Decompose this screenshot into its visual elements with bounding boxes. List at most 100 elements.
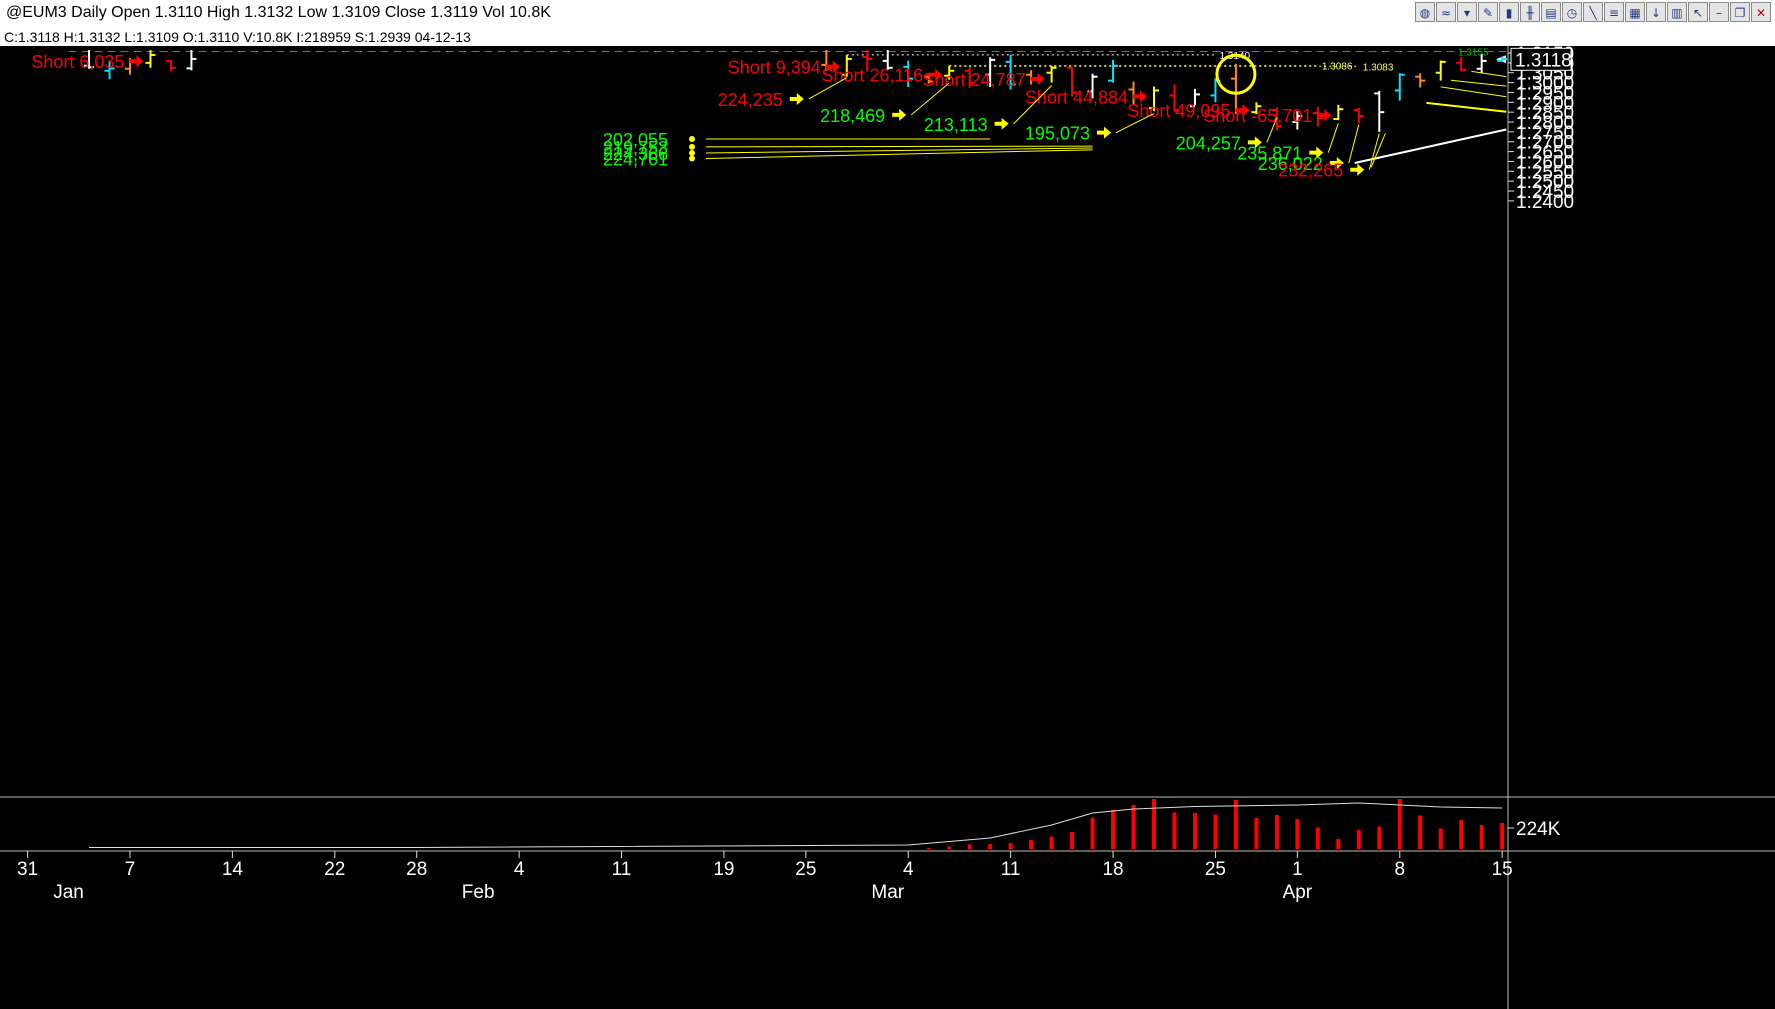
oi-arrow — [789, 92, 804, 105]
volume-bar — [1049, 836, 1054, 849]
volume-bar — [947, 846, 952, 849]
x-month-label: Feb — [462, 882, 495, 903]
short-annotation: Short 26,116 — [821, 66, 923, 86]
down-arrow-icon[interactable]: ↓ — [1646, 2, 1666, 22]
fib-icon[interactable]: ≡ — [1604, 2, 1624, 22]
pencil-icon[interactable]: ✎ — [1478, 2, 1498, 22]
volume-bar — [1172, 812, 1177, 849]
volume-bar — [926, 848, 931, 849]
window-titlebar: @EUM3 Daily Open 1.3110 High 1.3132 Low … — [0, 0, 1775, 29]
short-annotation: Short 9,394 — [728, 58, 821, 78]
x-month-label: Mar — [871, 882, 904, 903]
x-tick-label: 14 — [222, 859, 244, 880]
short-arrow — [129, 55, 144, 68]
line-tool-icon[interactable]: ╲ — [1583, 2, 1603, 22]
volume-bar — [1500, 823, 1505, 849]
oi-annotation: 218,469 — [820, 106, 885, 126]
volume-bar — [988, 844, 993, 849]
oi-leader-line — [705, 145, 1093, 148]
oi-leader-line — [1348, 124, 1360, 164]
y-tick-label: 1.2400 — [1516, 192, 1574, 213]
volume-bar — [1356, 830, 1361, 849]
x-tick-label: 25 — [1205, 859, 1226, 880]
oi-annotation: 224,235 — [718, 90, 783, 110]
trendline — [1426, 101, 1507, 113]
page-icon[interactable]: ▤ — [1541, 2, 1561, 22]
trash-icon[interactable]: ▥ — [1667, 2, 1687, 22]
price-bar — [1374, 90, 1385, 132]
oi-arrow — [892, 108, 907, 121]
volume-bar — [1152, 799, 1156, 849]
trendline — [1471, 70, 1507, 78]
clock-icon[interactable]: ◷ — [1562, 2, 1582, 22]
x-tick-label: 11 — [1001, 859, 1021, 880]
wave-icon[interactable]: ≈ — [1436, 2, 1456, 22]
pointer-icon[interactable]: ↖ — [1688, 2, 1708, 22]
open-interest-line — [89, 802, 1503, 848]
oi-arrow — [1097, 126, 1111, 139]
volume-bar — [1274, 815, 1279, 849]
info-bar: C:1.3118 H:1.3132 L:1.3109 O:1.3110 V:10… — [0, 28, 1775, 46]
x-tick-label: 7 — [125, 859, 136, 880]
price-bar — [1456, 57, 1467, 72]
oi-dot — [689, 155, 695, 162]
oi-dot — [689, 135, 695, 142]
volume-bar — [1315, 827, 1320, 849]
price-chart[interactable]: 1.31501.31001.30501.30001.29501.29001.28… — [0, 46, 1775, 1009]
x-tick-label: 15 — [1492, 859, 1513, 880]
volume-bar — [1336, 839, 1341, 849]
globe-icon[interactable]: ◍ — [1415, 2, 1435, 22]
oi-arrow — [994, 117, 1009, 130]
x-tick-label: 1 — [1292, 859, 1303, 880]
bar-chart-icon[interactable]: ▮ — [1499, 2, 1519, 22]
restore-icon[interactable]: ❐ — [1730, 2, 1750, 22]
price-bar — [1435, 60, 1446, 81]
volume-bar — [1213, 814, 1218, 849]
oi-leader-line — [705, 149, 1093, 160]
x-tick-label: 22 — [324, 859, 345, 880]
oi-annotation: 213,113 — [924, 115, 988, 135]
x-month-label: Jan — [53, 882, 84, 903]
x-tick-label: 18 — [1102, 859, 1123, 880]
oi-annotation: 232,265 — [1278, 161, 1343, 181]
minimize-icon[interactable]: – — [1709, 2, 1729, 22]
price-level-label: 1.3155 — [1458, 48, 1489, 59]
last-price-tag: 1.3118 — [1515, 50, 1572, 71]
short-arrow — [1030, 72, 1045, 85]
volume-bar — [1377, 826, 1382, 849]
price-level-label: 1.3086 — [1322, 62, 1353, 73]
short-arrow — [1317, 109, 1332, 122]
candles-icon[interactable]: ╫ — [1520, 2, 1540, 22]
volume-bar — [1418, 815, 1423, 849]
x-tick-label: 19 — [713, 859, 734, 880]
grid-icon[interactable]: ▦ — [1625, 2, 1645, 22]
short-annotation: Short -65,701 — [1203, 106, 1312, 126]
oi-annotation: 224,761 — [603, 150, 668, 170]
price-bar — [1353, 107, 1364, 124]
volume-axis-label: 224K — [1516, 819, 1561, 840]
close-icon[interactable]: ✕ — [1751, 2, 1771, 22]
funnel-icon[interactable]: ▾ — [1457, 2, 1477, 22]
price-bar — [1394, 73, 1405, 101]
trendline — [1440, 86, 1507, 98]
volume-bar — [1397, 799, 1402, 849]
volume-bar — [1233, 800, 1238, 849]
x-tick-label: 11 — [612, 859, 632, 880]
x-tick-label: 31 — [17, 859, 38, 880]
x-tick-label: 4 — [903, 859, 914, 880]
price-bar — [165, 59, 176, 72]
volume-bar — [1070, 832, 1075, 849]
oi-annotation: 204,257 — [1176, 133, 1241, 153]
volume-bar — [1479, 825, 1484, 849]
oi-dot — [689, 149, 695, 156]
toolbar: ◍ ≈ ▾ ✎ ▮ ╫ ▤ ◷ ╲ ≡ ▦ ↓ ▥ ↖ – ❐ ✕ — [1415, 2, 1771, 22]
price-level-label: 1.3083 — [1363, 62, 1394, 73]
volume-bar — [1295, 819, 1300, 849]
x-month-label: Apr — [1283, 882, 1313, 903]
volume-bar — [1029, 840, 1034, 849]
oi-leader-line — [705, 147, 1093, 154]
short-annotation: Short 24,787 — [923, 70, 1026, 90]
oi-dot — [689, 143, 695, 150]
oi-leader-line — [1327, 123, 1339, 153]
oi-annotation: 195,073 — [1025, 124, 1090, 144]
